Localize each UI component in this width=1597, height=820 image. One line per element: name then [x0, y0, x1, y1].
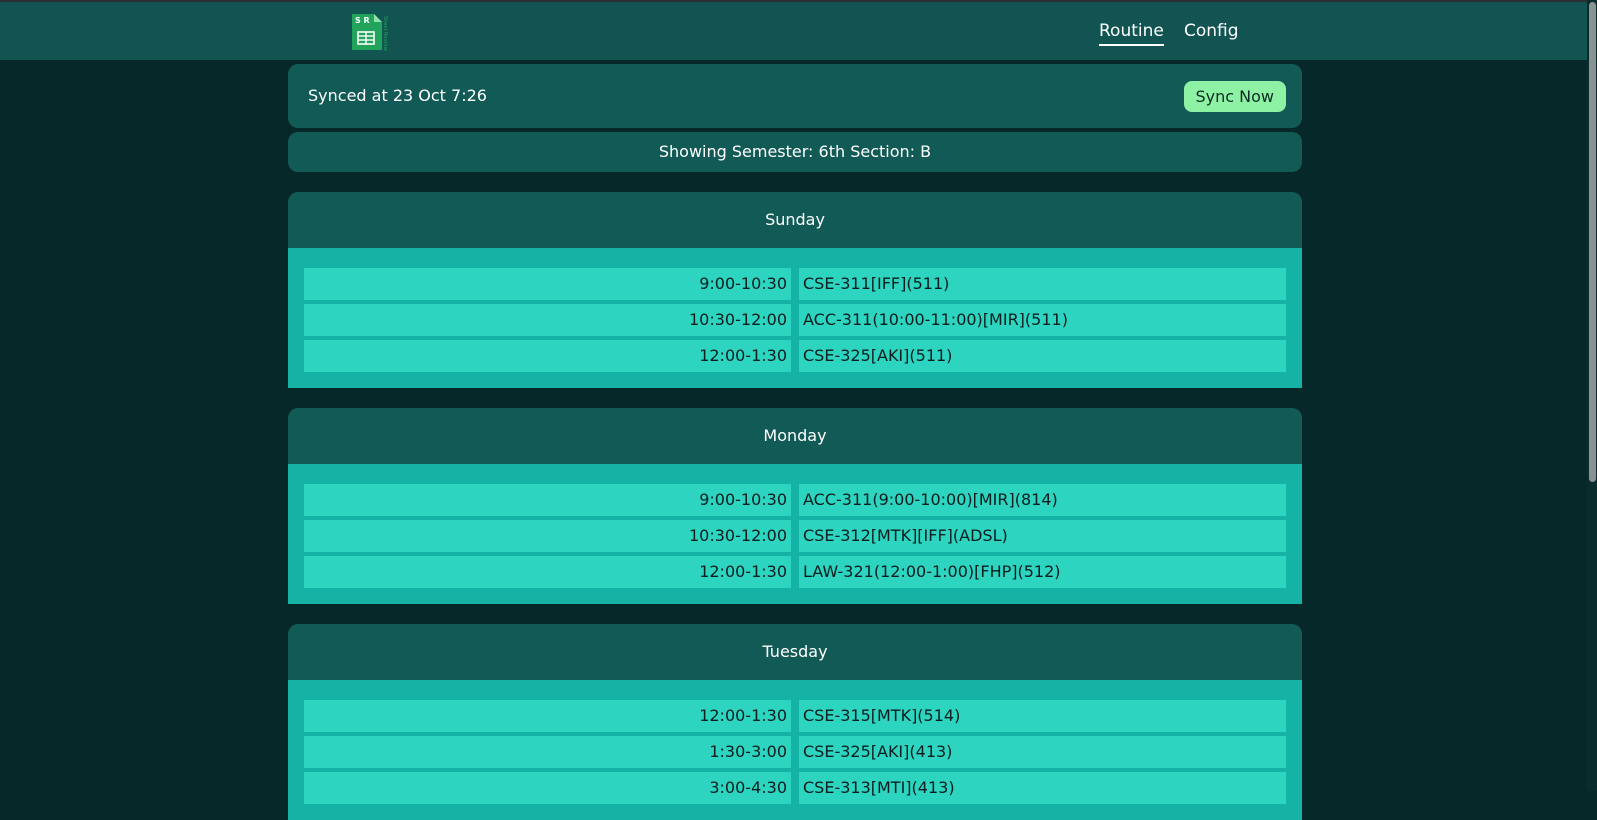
class-row: 10:30-12:00 ACC-311(10:00-11:00)[MIR](51… [304, 304, 1286, 336]
class-course: CSE-315[MTK](514) [799, 700, 1286, 732]
logo-side-text: Sheet Routine [382, 16, 388, 51]
routine-container: Synced at 23 Oct 7:26 Sync Now Showing S… [288, 64, 1302, 820]
class-row: 9:00-10:30 ACC-311(9:00-10:00)[MIR](814) [304, 484, 1286, 516]
logo-letters: S R [355, 16, 370, 25]
sync-status-text: Synced at 23 Oct 7:26 [308, 86, 487, 105]
day-header: Tuesday [288, 624, 1302, 680]
top-navbar: S R Sheet Routine Routine Config [0, 0, 1597, 60]
class-course: CSE-312[MTK][IFF](ADSL) [799, 520, 1286, 552]
sync-status-bar: Synced at 23 Oct 7:26 Sync Now [288, 64, 1302, 128]
day-card-monday: Monday 9:00-10:30 ACC-311(9:00-10:00)[MI… [288, 408, 1302, 604]
class-course: ACC-311(10:00-11:00)[MIR](511) [799, 304, 1286, 336]
day-schedule: 12:00-1:30 CSE-315[MTK](514) 1:30-3:00 C… [288, 680, 1302, 820]
sync-now-button[interactable]: Sync Now [1183, 81, 1286, 112]
class-time: 1:30-3:00 [304, 736, 791, 768]
scrollbar-thumb[interactable] [1589, 2, 1596, 482]
day-header: Monday [288, 408, 1302, 464]
class-course: CSE-325[AKI](413) [799, 736, 1286, 768]
day-schedule: 9:00-10:30 CSE-311[IFF](511) 10:30-12:00… [288, 248, 1302, 388]
class-row: 1:30-3:00 CSE-325[AKI](413) [304, 736, 1286, 768]
class-course: LAW-321(12:00-1:00)[FHP](512) [799, 556, 1286, 588]
class-time: 10:30-12:00 [304, 520, 791, 552]
class-time: 9:00-10:30 [304, 268, 791, 300]
class-course: CSE-311[IFF](511) [799, 268, 1286, 300]
day-header: Sunday [288, 192, 1302, 248]
page-scrollbar[interactable] [1587, 0, 1597, 791]
class-course: ACC-311(9:00-10:00)[MIR](814) [799, 484, 1286, 516]
nav-routine-link[interactable]: Routine [1099, 21, 1164, 46]
class-time: 9:00-10:30 [304, 484, 791, 516]
class-row: 9:00-10:30 CSE-311[IFF](511) [304, 268, 1286, 300]
sheet-routine-logo-icon[interactable]: S R Sheet Routine [350, 12, 390, 52]
class-row: 12:00-1:30 LAW-321(12:00-1:00)[FHP](512) [304, 556, 1286, 588]
class-time: 12:00-1:30 [304, 556, 791, 588]
day-schedule: 9:00-10:30 ACC-311(9:00-10:00)[MIR](814)… [288, 464, 1302, 604]
class-course: CSE-313[MTI](413) [799, 772, 1286, 804]
class-time: 10:30-12:00 [304, 304, 791, 336]
class-row: 3:00-4:30 CSE-313[MTI](413) [304, 772, 1286, 804]
class-row: 12:00-1:30 CSE-325[AKI](511) [304, 340, 1286, 372]
class-row: 10:30-12:00 CSE-312[MTK][IFF](ADSL) [304, 520, 1286, 552]
class-course: CSE-325[AKI](511) [799, 340, 1286, 372]
semester-section-banner: Showing Semester: 6th Section: B [288, 132, 1302, 172]
day-card-sunday: Sunday 9:00-10:30 CSE-311[IFF](511) 10:3… [288, 192, 1302, 388]
class-row: 12:00-1:30 CSE-315[MTK](514) [304, 700, 1286, 732]
class-time: 12:00-1:30 [304, 700, 791, 732]
class-time: 12:00-1:30 [304, 340, 791, 372]
nav-config-link[interactable]: Config [1184, 21, 1239, 41]
class-time: 3:00-4:30 [304, 772, 791, 804]
